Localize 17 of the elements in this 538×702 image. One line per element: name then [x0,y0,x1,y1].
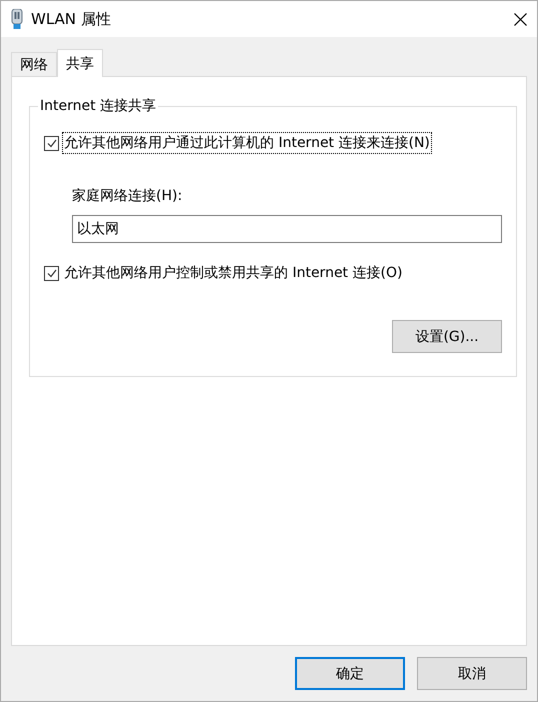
group-title: Internet 连接共享 [39,97,158,115]
window-title: WLAN 属性 [31,10,112,28]
check-icon [46,268,56,278]
check-icon [46,138,56,148]
settings-button[interactable]: 设置(G)... [392,320,502,353]
tab[interactable]: 网络 [11,52,57,76]
checkbox-label[interactable]: 允许其他网络用户控制或禁用共享的 Internet 连接(O) [63,263,404,283]
dialog-button[interactable]: 确定 [295,657,405,690]
input-field[interactable]: 以太网 [72,215,502,243]
checkbox[interactable] [44,136,59,150]
close-icon[interactable] [514,12,527,26]
dialog-button[interactable]: 取消 [417,657,527,690]
checkbox-label[interactable]: 允许其他网络用户通过此计算机的 Internet 连接来连接(N) [63,133,431,153]
field-label: 家庭网络连接(H): [72,187,184,205]
network-adapter-icon [11,9,23,29]
checkbox[interactable] [44,266,59,280]
tab[interactable]: 共享 [57,49,103,77]
